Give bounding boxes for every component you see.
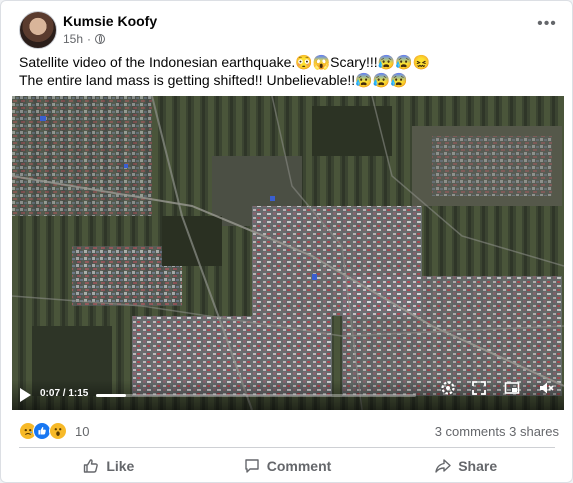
post-text: Satellite video of the Indonesian earthq… (19, 53, 559, 89)
video-time: 0:07 / 1:15 (40, 388, 89, 399)
reaction-count[interactable]: 10 (75, 424, 89, 439)
video-controls: 0:07 / 1:15 (12, 380, 564, 410)
reactions-bar: 10 3 comments 3 shares (19, 422, 559, 442)
shares-count[interactable]: 3 shares (509, 424, 559, 439)
share-button[interactable]: Share (376, 450, 555, 482)
actions-divider (19, 447, 555, 448)
author-avatar[interactable] (19, 11, 57, 49)
play-icon[interactable] (20, 388, 31, 402)
post-time[interactable]: 15h (63, 32, 83, 46)
pip-icon[interactable] (504, 380, 520, 396)
share-label: Share (458, 458, 498, 474)
post-text-line-2: The entire land mass is getting shifted!… (19, 72, 408, 88)
more-options-icon[interactable]: ••• (535, 16, 559, 37)
post-card: Kumsie Koofy 15h · ••• Satellite video o… (0, 0, 573, 483)
like-button[interactable]: Like (19, 450, 198, 482)
comment-button[interactable]: Comment (198, 450, 377, 482)
post-actions: Like Comment Share (19, 450, 555, 482)
globe-icon (95, 34, 106, 44)
video-player[interactable]: 0:07 / 1:15 (12, 96, 564, 410)
wow-icon[interactable] (49, 422, 67, 440)
thumbs-up-icon (84, 459, 99, 473)
settings-gear-icon[interactable] (440, 380, 456, 396)
comment-bubble-icon (245, 459, 259, 473)
author-name[interactable]: Kumsie Koofy (63, 13, 157, 29)
fullscreen-icon[interactable] (471, 380, 487, 396)
volume-muted-icon[interactable] (538, 380, 554, 396)
comments-count[interactable]: 3 comments (435, 424, 506, 439)
comment-label: Comment (266, 458, 332, 474)
post-text-line-1: Satellite video of the Indonesian earthq… (19, 54, 430, 70)
meta-separator: · (87, 32, 92, 46)
video-progress-fill (96, 394, 126, 397)
post-header: Kumsie Koofy 15h · ••• (19, 11, 559, 51)
satellite-video-frame (12, 96, 564, 410)
post-meta: 15h · (63, 32, 106, 46)
like-label: Like (106, 458, 135, 474)
engagement-summary: 3 comments 3 shares (435, 424, 559, 439)
share-arrow-icon (435, 459, 451, 473)
video-progress-bar[interactable] (96, 394, 416, 397)
